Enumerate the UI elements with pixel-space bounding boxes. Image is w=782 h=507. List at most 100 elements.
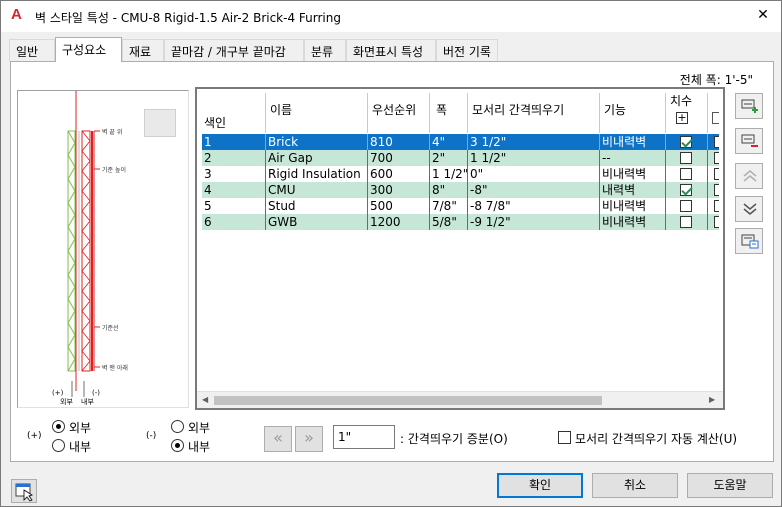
close-icon[interactable]: ✕: [753, 5, 773, 25]
cell-width[interactable]: 4": [430, 134, 468, 150]
cell-function[interactable]: --: [600, 150, 666, 166]
remove-component-button[interactable]: [735, 128, 763, 154]
tab-components[interactable]: 구성요소: [55, 37, 122, 62]
cell-index[interactable]: 2: [202, 150, 266, 166]
dimension-checkbox[interactable]: [680, 168, 692, 180]
auto-calc-label[interactable]: 모서리 간격띄우기 자동 계산(U): [575, 430, 737, 447]
extra-checkbox[interactable]: [714, 136, 719, 148]
dimension-checkbox[interactable]: [680, 136, 692, 148]
cell-name[interactable]: GWB: [266, 214, 368, 230]
minus-outside-label[interactable]: 외부: [188, 419, 210, 436]
tab-classification[interactable]: 분류: [304, 39, 346, 61]
extra-checkbox[interactable]: [714, 152, 719, 164]
cell-width[interactable]: 7/8": [430, 198, 468, 214]
preview-settings-button[interactable]: [144, 109, 176, 137]
header-priority[interactable]: 우선순위: [368, 93, 430, 133]
header-offset-label: 모서리 간격띄우기: [472, 103, 565, 117]
cell-offset[interactable]: -9 1/2": [468, 214, 600, 230]
tab-materials[interactable]: 재료: [122, 39, 164, 61]
header-function[interactable]: 기능: [600, 93, 666, 133]
cell-width[interactable]: 5/8": [430, 214, 468, 230]
table-row[interactable]: 1 Brick 810 4" 3 1/2" 비내력벽: [202, 134, 719, 150]
cell-priority[interactable]: 500: [368, 198, 430, 214]
cell-priority[interactable]: 700: [368, 150, 430, 166]
header-dimension[interactable]: 치수 +: [666, 93, 708, 133]
cell-function[interactable]: 비내력벽: [600, 166, 666, 182]
table-row[interactable]: 6 GWB 1200 5/8" -9 1/2" 비내력벽: [202, 214, 719, 230]
header-width[interactable]: 폭: [430, 93, 468, 133]
cell-index[interactable]: 4: [202, 182, 266, 198]
cell-offset[interactable]: 0": [468, 166, 600, 182]
header-index[interactable]: 색인: [202, 93, 266, 133]
horizontal-scrollbar[interactable]: ◀ ▶: [197, 391, 723, 408]
decrement-offset-button[interactable]: «: [264, 426, 292, 452]
cell-width[interactable]: 1 1/2": [430, 166, 468, 182]
cell-offset[interactable]: 1 1/2": [468, 150, 600, 166]
tab-endcaps-openings[interactable]: 끝마감 / 개구부 끝마감: [164, 39, 304, 61]
dimension-checkbox[interactable]: [680, 200, 692, 212]
increment-offset-button[interactable]: »: [295, 426, 323, 452]
scroll-thumb[interactable]: [214, 396, 602, 405]
minus-inside-radio[interactable]: [171, 439, 184, 452]
scroll-left-icon[interactable]: ◀: [202, 395, 208, 404]
cell-function[interactable]: 비내력벽: [600, 214, 666, 230]
cell-priority[interactable]: 810: [368, 134, 430, 150]
cell-name[interactable]: Rigid Insulation: [266, 166, 368, 182]
dimension-checkbox[interactable]: [680, 152, 692, 164]
cell-name[interactable]: Stud: [266, 198, 368, 214]
plus-outside-label[interactable]: 외부: [69, 419, 91, 436]
dimension-checkbox[interactable]: [680, 216, 692, 228]
auto-calc-checkbox[interactable]: [558, 431, 571, 444]
cell-priority[interactable]: 1200: [368, 214, 430, 230]
cell-width[interactable]: 8": [430, 182, 468, 198]
cell-function[interactable]: 비내력벽: [600, 198, 666, 214]
extra-checkbox[interactable]: [714, 168, 719, 180]
move-up-button[interactable]: [735, 163, 763, 189]
cell-offset[interactable]: -8 7/8": [468, 198, 600, 214]
cell-function[interactable]: 내력벽: [600, 182, 666, 198]
cell-index[interactable]: 3: [202, 166, 266, 182]
table-row[interactable]: 3 Rigid Insulation 600 1 1/2" 0" 비내력벽: [202, 166, 719, 182]
header-name[interactable]: 이름: [266, 93, 368, 133]
tab-display-properties[interactable]: 화면표시 특성: [346, 39, 436, 61]
cell-name[interactable]: Brick: [266, 134, 368, 150]
header-extra: [708, 93, 719, 133]
table-row[interactable]: 4 CMU 300 8" -8" 내력벽: [202, 182, 719, 198]
extra-checkbox[interactable]: [714, 184, 719, 196]
move-down-button[interactable]: [735, 196, 763, 222]
ok-button[interactable]: 확인: [497, 473, 583, 498]
cell-offset[interactable]: 3 1/2": [468, 134, 600, 150]
cell-name[interactable]: CMU: [266, 182, 368, 198]
extra-checkbox[interactable]: [714, 200, 719, 212]
label-baseline: 기준선: [102, 325, 119, 332]
expand-plus-icon[interactable]: +: [676, 112, 688, 124]
plus-inside-label[interactable]: 내부: [69, 438, 91, 455]
add-component-button[interactable]: [735, 93, 763, 119]
minus-outside-radio[interactable]: [171, 420, 184, 433]
cell-priority[interactable]: 300: [368, 182, 430, 198]
extra-checkbox[interactable]: [714, 216, 719, 228]
tab-general[interactable]: 일반: [9, 39, 55, 61]
cell-name[interactable]: Air Gap: [266, 150, 368, 166]
cell-function[interactable]: 비내력벽: [600, 134, 666, 150]
table-row[interactable]: 5 Stud 500 7/8" -8 7/8" 비내력벽: [202, 198, 719, 214]
select-object-button[interactable]: [11, 479, 37, 503]
minus-inside-label[interactable]: 내부: [188, 438, 210, 455]
cell-index[interactable]: 6: [202, 214, 266, 230]
tab-version-history[interactable]: 버전 기록: [436, 39, 498, 61]
header-edge-offset[interactable]: 모서리 간격띄우기: [468, 93, 600, 133]
table-row[interactable]: 2 Air Gap 700 2" 1 1/2" --: [202, 150, 719, 166]
plus-outside-radio[interactable]: [52, 420, 65, 433]
plus-inside-radio[interactable]: [52, 439, 65, 452]
dimension-checkbox[interactable]: [680, 184, 692, 196]
cell-index[interactable]: 5: [202, 198, 266, 214]
cell-width[interactable]: 2": [430, 150, 468, 166]
scroll-right-icon[interactable]: ▶: [709, 395, 715, 404]
edit-component-button[interactable]: [735, 228, 763, 254]
cell-offset[interactable]: -8": [468, 182, 600, 198]
cell-index[interactable]: 1: [202, 134, 266, 150]
cancel-button[interactable]: 취소: [592, 473, 678, 498]
cell-priority[interactable]: 600: [368, 166, 430, 182]
offset-increment-input[interactable]: 1": [333, 425, 395, 449]
help-button[interactable]: 도움말: [687, 473, 773, 498]
